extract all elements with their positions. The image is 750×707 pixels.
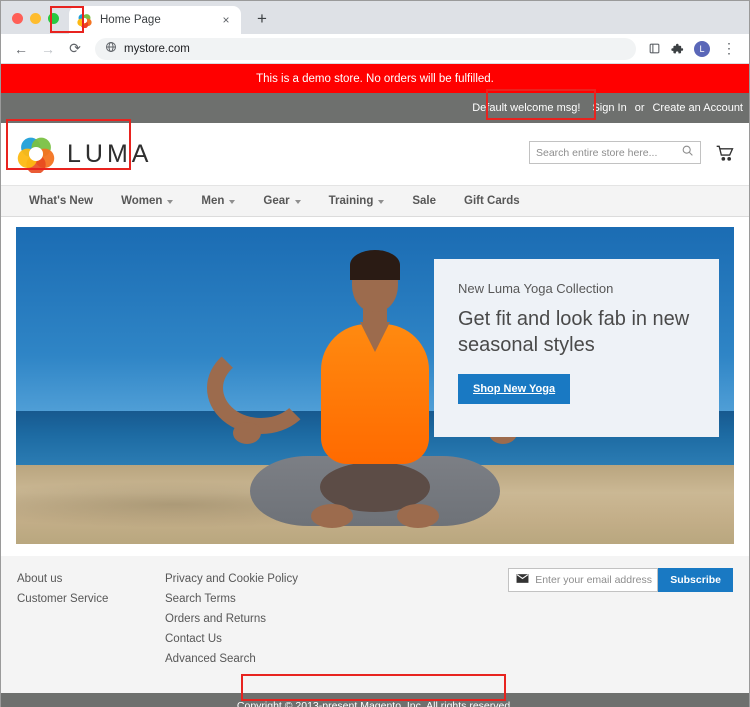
hero-section: New Luma Yoga Collection Get fit and loo… <box>1 217 749 556</box>
chevron-down-icon <box>295 200 301 204</box>
footer-link-orders-returns[interactable]: Orders and Returns <box>165 613 375 625</box>
hero-headline: Get fit and look fab in new seasonal sty… <box>458 306 695 358</box>
reading-list-icon[interactable] <box>644 39 664 59</box>
welcome-message: Default welcome msg! <box>468 102 584 114</box>
window-close-button[interactable] <box>12 13 23 24</box>
nav-item-women[interactable]: Women <box>107 195 187 207</box>
panel-header: Default welcome msg! Sign In or Create a… <box>1 93 749 123</box>
reload-button[interactable]: ⟳ <box>63 37 87 61</box>
tab-close-icon[interactable]: × <box>219 13 233 27</box>
footer-column-company: About us Customer Service <box>17 573 165 673</box>
hero-eyebrow-text: New Luma Yoga Collection <box>458 281 695 296</box>
back-button[interactable]: ← <box>9 37 33 61</box>
site-logo[interactable]: LUMA <box>1 135 152 173</box>
search-input[interactable] <box>536 147 681 159</box>
demo-store-banner: This is a demo store. No orders will be … <box>1 64 749 93</box>
chevron-down-icon <box>378 200 384 204</box>
create-account-link[interactable]: Create an Account <box>652 102 743 114</box>
browser-tab[interactable]: Home Page × <box>69 6 241 34</box>
nav-item-men[interactable]: Men <box>187 195 249 207</box>
footer-link-contact-us[interactable]: Contact Us <box>165 633 375 645</box>
browser-window: Home Page × + ← → ⟳ mystore.com <box>0 0 750 707</box>
window-traffic-lights <box>9 13 69 34</box>
window-minimize-button[interactable] <box>30 13 41 24</box>
nav-label: Training <box>329 195 374 207</box>
nav-item-whats-new[interactable]: What's New <box>15 195 107 207</box>
model-hair <box>350 250 400 280</box>
extensions-puzzle-icon[interactable] <box>667 39 687 59</box>
browser-toolbar: ← → ⟳ mystore.com L ⋮ <box>1 34 749 64</box>
model-orange-top <box>321 324 429 464</box>
luma-flower-icon <box>17 135 55 173</box>
shopping-cart-icon[interactable] <box>715 143 735 163</box>
footer-link-privacy-policy[interactable]: Privacy and Cookie Policy <box>165 573 375 585</box>
model-legs <box>250 456 500 526</box>
nav-label: Men <box>201 195 224 207</box>
newsletter-email-input[interactable] <box>535 574 670 586</box>
nav-label: Gear <box>263 195 289 207</box>
hero-promo-card: New Luma Yoga Collection Get fit and loo… <box>434 259 719 437</box>
footer-link-about-us[interactable]: About us <box>17 573 165 585</box>
model-foot-left <box>311 504 353 528</box>
search-icon[interactable] <box>681 144 694 162</box>
main-navigation: What's New Women Men Gear Training Sale <box>1 185 749 217</box>
model-arm-left <box>207 342 315 434</box>
browser-tab-strip: Home Page × + <box>1 1 749 34</box>
separator-text: or <box>635 102 645 114</box>
footer-link-search-terms[interactable]: Search Terms <box>165 593 375 605</box>
new-tab-button[interactable]: + <box>249 6 275 32</box>
site-footer: About us Customer Service Privacy and Co… <box>1 556 749 693</box>
nav-label: Sale <box>412 195 436 207</box>
envelope-icon <box>516 571 529 589</box>
forward-button[interactable]: → <box>36 37 60 61</box>
address-bar[interactable]: mystore.com <box>95 38 636 60</box>
sign-in-link[interactable]: Sign In <box>592 102 626 114</box>
luma-favicon-icon <box>77 13 92 28</box>
model-foot-right <box>397 504 439 528</box>
footer-column-support: Privacy and Cookie Policy Search Terms O… <box>165 573 375 673</box>
header-utilities <box>529 141 735 164</box>
site-logo-text: LUMA <box>67 140 152 169</box>
subscribe-button[interactable]: Subscribe <box>658 568 733 592</box>
newsletter-input-wrapper[interactable] <box>508 568 658 592</box>
browser-tab-title: Home Page <box>100 14 211 26</box>
hero-banner-image[interactable]: New Luma Yoga Collection Get fit and loo… <box>16 227 734 544</box>
footer-link-customer-service[interactable]: Customer Service <box>17 593 165 605</box>
nav-label: What's New <box>29 195 93 207</box>
nav-item-sale[interactable]: Sale <box>398 195 450 207</box>
chevron-down-icon <box>229 200 235 204</box>
page-content: This is a demo store. No orders will be … <box>1 64 749 707</box>
window-maximize-button[interactable] <box>48 13 59 24</box>
nav-item-gift-cards[interactable]: Gift Cards <box>450 195 534 207</box>
footer-link-advanced-search[interactable]: Advanced Search <box>165 653 375 665</box>
address-bar-url: mystore.com <box>124 43 190 55</box>
newsletter-signup: Subscribe <box>508 568 733 592</box>
nav-item-gear[interactable]: Gear <box>249 195 314 207</box>
shop-new-yoga-button[interactable]: Shop New Yoga <box>458 374 570 404</box>
profile-avatar[interactable]: L <box>694 41 710 57</box>
globe-icon <box>105 40 117 58</box>
nav-item-training[interactable]: Training <box>315 195 399 207</box>
nav-label: Women <box>121 195 162 207</box>
site-header: LUMA <box>1 123 749 185</box>
model-hand-left <box>233 422 261 444</box>
copyright-bar: Copyright © 2013-present Magento, Inc. A… <box>1 693 749 707</box>
search-box[interactable] <box>529 141 701 164</box>
browser-menu-button[interactable]: ⋮ <box>717 37 741 61</box>
nav-label: Gift Cards <box>464 195 520 207</box>
chevron-down-icon <box>167 200 173 204</box>
